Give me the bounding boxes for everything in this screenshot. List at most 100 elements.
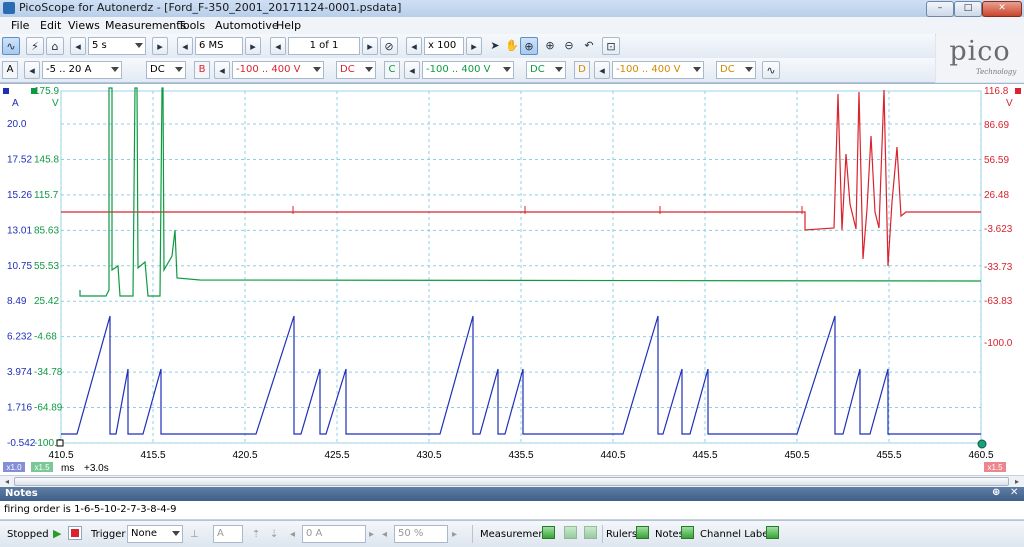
time-tick-label: 410.5 (48, 450, 73, 461)
home-icon[interactable]: ⌂ (46, 37, 64, 55)
trigger-channel-select[interactable]: A (213, 525, 243, 543)
notes-button[interactable] (681, 526, 694, 539)
time-tick-label: 455.5 (876, 450, 901, 461)
zoom-out-icon[interactable]: ⊖ (560, 37, 578, 55)
channel-d-coupling-select[interactable]: DC (716, 61, 756, 79)
zoom-increase-button[interactable]: ▸ (466, 37, 482, 55)
zoom-area-icon[interactable]: ⊕ (520, 37, 538, 55)
pointer-tool-icon[interactable]: ➤ (486, 37, 504, 55)
channel-a-coupling-value: DC (150, 64, 165, 75)
math-channels-icon[interactable]: ∿ (762, 61, 780, 79)
title-bar: PicoScope for Autonerdz - [Ford_F-350_20… (0, 0, 1024, 18)
zoom-decrease-button[interactable]: ◂ (406, 37, 422, 55)
buffer-navigator-icon[interactable]: ⊘ (380, 37, 398, 55)
channel-d-label[interactable]: D (574, 61, 590, 79)
pretrigger-field[interactable]: 50 % (394, 525, 448, 543)
edit-measurement-button[interactable] (564, 526, 577, 539)
trigger-level-increase[interactable]: ▸ (369, 529, 374, 540)
channel-labels-button[interactable] (766, 526, 779, 539)
samples-increase-button[interactable]: ▸ (245, 37, 261, 55)
rulers-button[interactable] (636, 526, 649, 539)
trigger-level-decrease[interactable]: ◂ (290, 529, 295, 540)
scroll-left-icon[interactable]: ◂ (1, 477, 13, 487)
undo-zoom-icon[interactable]: ↶ (580, 37, 598, 55)
channel-b-label[interactable]: B (194, 61, 210, 79)
time-offset: +3.0s (84, 463, 109, 474)
close-notes-icon[interactable]: ✕ (1010, 487, 1018, 498)
scope-grid (60, 90, 982, 444)
channel-b-coupling-select[interactable]: DC (336, 61, 376, 79)
axis-a-tick-label: 8.49 (7, 296, 27, 307)
zoom-level-field[interactable]: x 100 (424, 37, 464, 55)
samples-select[interactable]: 6 MS (195, 37, 243, 55)
scope-mode-icon[interactable]: ∿ (2, 37, 20, 55)
zoom-in-icon[interactable]: ⊕ (541, 37, 559, 55)
axis-c-tick-label: -4.68 (34, 332, 57, 343)
menu-file[interactable]: File (11, 19, 29, 32)
menu-automotive[interactable]: Automotive (215, 19, 279, 32)
trigger-falling-icon[interactable]: ⇣ (270, 529, 278, 540)
notes-panel[interactable]: firing order is 1-6-5-10-2-7-3-8-4-9 (0, 501, 1024, 520)
samples-value: 6 MS (199, 40, 224, 51)
add-measurement-button[interactable] (542, 526, 555, 539)
channel-b-range-select[interactable]: -100 .. 400 V (232, 61, 324, 79)
menu-edit[interactable]: Edit (40, 19, 61, 32)
start-capture-icon[interactable]: ▶ (53, 527, 61, 540)
pretrigger-decrease[interactable]: ◂ (382, 529, 387, 540)
menu-help[interactable]: Help (276, 19, 301, 32)
channel-a-coupling-select[interactable]: DC (146, 61, 186, 79)
trigger-mode-select[interactable]: None (127, 525, 183, 543)
channel-c-label[interactable]: C (384, 61, 400, 79)
menu-views[interactable]: Views (68, 19, 100, 32)
channel-b-range-decrease[interactable]: ◂ (214, 61, 230, 79)
maximize-button[interactable]: □ (954, 1, 982, 17)
pretrigger-increase[interactable]: ▸ (452, 529, 457, 540)
scope-plot[interactable]: 20.0 17.52 15.26 13.01 10.75 8.49 6.232 3.974 1.… (0, 84, 1024, 476)
axis-right: 116.8 86.69 56.59 26.48 -3.623 -33.73 -63.83 -1… (984, 86, 1021, 349)
stop-icon (71, 529, 79, 537)
channel-a-range-decrease[interactable]: ◂ (24, 61, 40, 79)
trigger-edge-icon[interactable]: ⊥ (190, 529, 199, 540)
automotive-icon[interactable]: ⚡ (26, 37, 44, 55)
trigger-level-field[interactable]: 0 A (302, 525, 366, 543)
axis-a-tick-label: 10.75 (7, 261, 32, 272)
samples-decrease-button[interactable]: ◂ (177, 37, 193, 55)
chevron-down-icon (745, 67, 753, 72)
timebase-select[interactable]: 5 s (88, 37, 146, 55)
scrollbar-thumb[interactable] (14, 477, 1009, 486)
channel-c-range-select[interactable]: -100 .. 400 V (422, 61, 514, 79)
status-separator (602, 525, 603, 543)
channel-c-range-decrease[interactable]: ◂ (404, 61, 420, 79)
buffer-next-button[interactable]: ▸ (362, 37, 378, 55)
channel-d-range-decrease[interactable]: ◂ (594, 61, 610, 79)
scope-view[interactable]: 20.0 17.52 15.26 13.01 10.75 8.49 6.232 3.974 1.… (0, 83, 1024, 476)
axis-c-tick-label: 175.9 (34, 86, 59, 97)
delete-measurement-button[interactable] (584, 526, 597, 539)
zoom-to-fit-icon[interactable]: ⊡ (602, 37, 620, 55)
buffer-previous-button[interactable]: ◂ (270, 37, 286, 55)
trigger-label: Trigger (91, 529, 126, 540)
channel-a-range-select[interactable]: -5 .. 20 A (42, 61, 122, 79)
hand-tool-icon[interactable]: ✋ (503, 37, 521, 55)
channel-c-axis-marker (31, 88, 37, 94)
trigger-rising-icon[interactable]: ⇡ (252, 529, 260, 540)
time-tick-label: 435.5 (508, 450, 533, 461)
chevron-down-icon (135, 43, 143, 48)
minimize-button[interactable]: – (926, 1, 954, 17)
channel-c-coupling-select[interactable]: DC (526, 61, 566, 79)
timebase-decrease-button[interactable]: ◂ (70, 37, 86, 55)
stop-capture-button[interactable] (68, 526, 82, 540)
chevron-down-icon (693, 67, 701, 72)
close-button[interactable]: ✕ (982, 1, 1022, 17)
rulers-label: Rulers (606, 529, 638, 540)
channel-d-range-value: -100 .. 400 V (616, 64, 681, 75)
axis-b-unit: V (1006, 98, 1013, 109)
scroll-right-icon[interactable]: ▸ (1011, 477, 1023, 487)
channel-a-label[interactable]: A (2, 61, 18, 79)
menu-measurements[interactable]: Measurements (105, 19, 186, 32)
menu-tools[interactable]: Tools (178, 19, 205, 32)
buffer-indicator[interactable]: 1 of 1 (288, 37, 360, 55)
pin-icon[interactable]: ⊕ (992, 487, 1000, 498)
timebase-increase-button[interactable]: ▸ (152, 37, 168, 55)
channel-d-range-select[interactable]: -100 .. 400 V (612, 61, 704, 79)
